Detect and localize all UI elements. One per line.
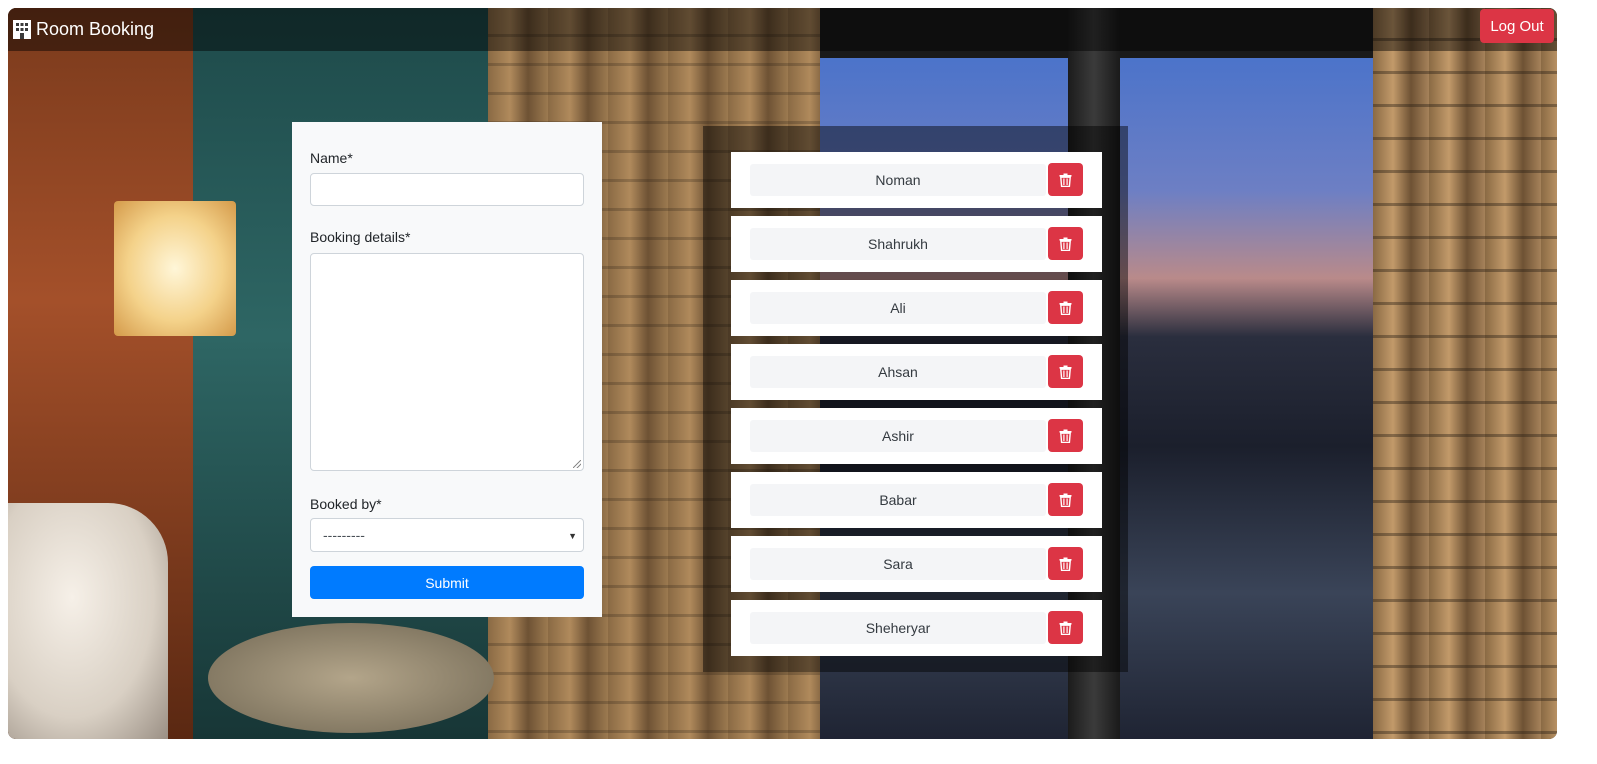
booking-name[interactable]: Ashir	[750, 420, 1046, 452]
trash-icon	[1059, 429, 1072, 443]
trash-icon	[1059, 173, 1072, 187]
name-label: Name*	[310, 150, 353, 166]
name-input[interactable]	[310, 173, 584, 206]
booking-list-item: Noman	[731, 152, 1102, 208]
booking-list-item: Babar	[731, 472, 1102, 528]
pillow-image	[8, 503, 168, 739]
booking-name[interactable]: Ahsan	[750, 356, 1046, 388]
booking-name[interactable]: Ali	[750, 292, 1046, 324]
caret-down-icon: ▼	[568, 531, 577, 541]
booked-by-label: Booked by*	[310, 496, 382, 512]
logout-button[interactable]: Log Out	[1480, 9, 1554, 43]
booked-by-selected-value: ---------	[323, 527, 365, 543]
brand-label: Room Booking	[36, 18, 155, 39]
booking-list-item: Sheheryar	[731, 600, 1102, 656]
booking-list-item: Ali	[731, 280, 1102, 336]
bookings-list: Noman Shahrukh Ali Ahsan Ashir Babar Sara Shehe…	[703, 126, 1128, 672]
delete-booking-button[interactable]	[1048, 163, 1083, 196]
textarea-resize-handle[interactable]	[573, 460, 581, 468]
booking-details-textarea[interactable]	[310, 253, 584, 471]
trash-icon	[1059, 365, 1072, 379]
delete-booking-button[interactable]	[1048, 547, 1083, 580]
booking-list-item: Ashir	[731, 408, 1102, 464]
delete-booking-button[interactable]	[1048, 227, 1083, 260]
booking-name[interactable]: Sara	[750, 548, 1046, 580]
trash-icon	[1059, 621, 1072, 635]
trash-icon	[1059, 237, 1072, 251]
trash-icon	[1059, 493, 1072, 507]
booking-list-item: Shahrukh	[731, 216, 1102, 272]
navbar: Room Booking Log Out	[8, 8, 1557, 51]
delete-booking-button[interactable]	[1048, 483, 1083, 516]
delete-booking-button[interactable]	[1048, 611, 1083, 644]
trash-icon	[1059, 557, 1072, 571]
lamp-image	[114, 201, 236, 336]
booking-name[interactable]: Shahrukh	[750, 228, 1046, 260]
side-table-image	[208, 623, 494, 733]
delete-booking-button[interactable]	[1048, 355, 1083, 388]
delete-booking-button[interactable]	[1048, 419, 1083, 452]
app-frame: Room Booking Log Out Name* Booking detai…	[8, 8, 1557, 739]
booking-list-item: Ahsan	[731, 344, 1102, 400]
booking-details-label: Booking details*	[310, 229, 411, 245]
booking-name[interactable]: Noman	[750, 164, 1046, 196]
booking-name[interactable]: Babar	[750, 484, 1046, 516]
booking-name[interactable]: Sheheryar	[750, 612, 1046, 644]
submit-button[interactable]: Submit	[310, 566, 584, 599]
booking-list-item: Sara	[731, 536, 1102, 592]
delete-booking-button[interactable]	[1048, 291, 1083, 324]
trash-icon	[1059, 301, 1072, 315]
brand-link[interactable]: Room Booking	[12, 16, 154, 42]
hotel-icon	[13, 20, 31, 39]
booked-by-select[interactable]: --------- ▼	[310, 518, 584, 552]
booking-form: Name* Booking details* Booked by* ------…	[292, 122, 602, 617]
